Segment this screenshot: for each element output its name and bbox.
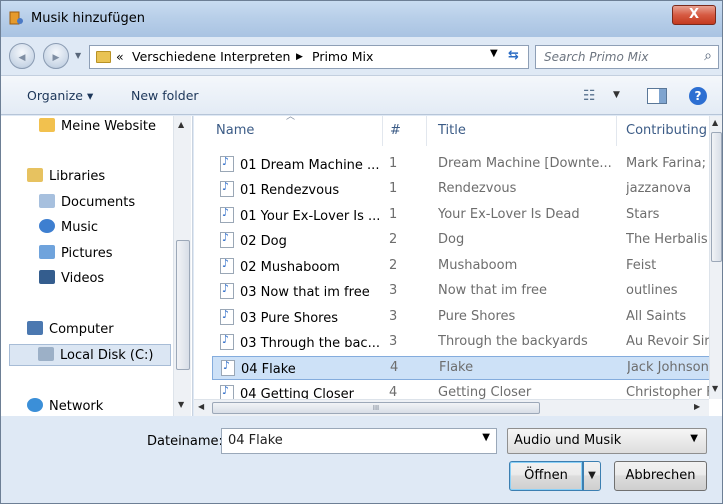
- navigation-pane: Meine Website Libraries Documents Music …: [1, 116, 193, 416]
- audio-file-icon: [220, 258, 234, 274]
- close-button[interactable]: X: [672, 5, 716, 25]
- column-divider[interactable]: [382, 116, 383, 146]
- organize-button[interactable]: Organize ▾: [27, 88, 93, 103]
- scroll-down-icon[interactable]: ▼: [178, 400, 184, 409]
- new-folder-button[interactable]: New folder: [131, 88, 199, 103]
- vertical-scrollbar-thumb[interactable]: [711, 132, 722, 262]
- network-icon: [27, 398, 43, 412]
- column-divider[interactable]: [616, 116, 617, 146]
- filename-field[interactable]: 04 Flake ▼: [221, 428, 497, 454]
- nav-item-libraries[interactable]: Libraries: [27, 166, 105, 188]
- nav-item-network[interactable]: Network: [27, 396, 103, 418]
- view-options-dropdown-icon[interactable]: ▼: [613, 90, 620, 100]
- audio-file-icon: [220, 207, 234, 223]
- nav-item-pictures[interactable]: Pictures: [39, 243, 112, 265]
- website-icon: [39, 118, 55, 132]
- preview-pane-icon[interactable]: [647, 88, 667, 104]
- recent-pages-dropdown-icon[interactable]: ▼: [75, 51, 81, 60]
- nav-item-music[interactable]: Music: [39, 217, 98, 239]
- audio-file-icon: [220, 156, 234, 172]
- address-row: ◀ ▶ ▼ « Verschiedene Interpreten ▶ Primo…: [1, 37, 722, 75]
- audio-file-icon: [220, 283, 234, 299]
- nav-item-videos[interactable]: Videos: [39, 268, 104, 290]
- column-divider[interactable]: [426, 116, 427, 146]
- table-row-selected[interactable]: 04 Flake 4 Flake Jack Johnson: [212, 356, 722, 380]
- back-arrow-icon: ◀: [18, 53, 26, 63]
- column-header-contributing[interactable]: Contributing: [626, 116, 707, 146]
- audio-file-icon: [221, 360, 235, 376]
- nav-scrollbar-thumb[interactable]: [176, 240, 190, 370]
- file-list: ︿ Name # Title Contributing 01 Dream Mac…: [194, 116, 722, 416]
- address-dropdown-icon[interactable]: ▼: [490, 48, 498, 59]
- change-view-icon[interactable]: ☷: [583, 88, 596, 104]
- table-row[interactable]: 02 Dog 2 Dog The Herbalis: [212, 229, 722, 253]
- window-title: Musik hinzufügen: [31, 11, 145, 26]
- computer-icon: [27, 321, 43, 335]
- folder-icon: [96, 51, 111, 63]
- pictures-icon: [39, 245, 55, 259]
- music-icon: [39, 219, 55, 233]
- refresh-icon[interactable]: ⇆: [508, 48, 519, 63]
- title-bar: Musik hinzufügen X: [1, 1, 722, 37]
- filetype-select[interactable]: Audio und Musik ▼: [507, 428, 707, 454]
- videos-icon: [39, 270, 55, 284]
- scroll-up-icon[interactable]: ▲: [712, 118, 718, 127]
- dialog-footer: Dateiname: 04 Flake ▼ Audio und Musik ▼ …: [1, 417, 722, 503]
- audio-file-icon: [220, 232, 234, 248]
- table-row[interactable]: 03 Now that im free 3 Now that im free o…: [212, 280, 722, 304]
- forward-arrow-icon: ▶: [52, 53, 60, 63]
- scroll-left-icon[interactable]: ◀: [198, 402, 204, 411]
- filename-label: Dateiname:: [147, 434, 223, 449]
- audio-file-icon: [220, 309, 234, 325]
- nav-item-documents[interactable]: Documents: [39, 192, 135, 214]
- open-button[interactable]: Öffnen: [509, 461, 583, 491]
- address-bar[interactable]: « Verschiedene Interpreten ▶ Primo Mix ▼…: [89, 45, 529, 69]
- nav-item-meine-website[interactable]: Meine Website: [39, 116, 156, 138]
- command-bar: Organize ▾ New folder ☷ ▼ ?: [1, 75, 722, 115]
- audio-file-icon: [220, 181, 234, 197]
- open-options-dropdown-icon[interactable]: ▼: [583, 461, 601, 491]
- file-list-horizontal-scrollbar[interactable]: ◀ III ▶: [194, 399, 709, 416]
- filetype-dropdown-icon: ▼: [690, 433, 698, 444]
- audio-file-icon: [220, 334, 234, 350]
- scroll-down-icon[interactable]: ▼: [712, 384, 718, 393]
- column-header-title[interactable]: Title: [438, 116, 466, 146]
- nav-item-computer[interactable]: Computer: [27, 319, 114, 341]
- search-box[interactable]: Search Primo Mix ⌕: [535, 45, 719, 69]
- filename-dropdown-icon[interactable]: ▼: [482, 432, 490, 443]
- table-row[interactable]: 01 Dream Machine ... 1 Dream Machine [Do…: [212, 153, 722, 177]
- search-icon[interactable]: ⌕: [704, 48, 712, 64]
- table-row[interactable]: 01 Your Ex-Lover Is ... 1 Your Ex-Lover …: [212, 204, 722, 228]
- column-header-name[interactable]: Name: [216, 116, 254, 146]
- table-row[interactable]: 03 Through the bac... 3 Through the back…: [212, 331, 722, 355]
- scroll-up-icon[interactable]: ▲: [178, 120, 184, 129]
- forward-button[interactable]: ▶: [43, 43, 69, 69]
- table-row[interactable]: 02 Mushaboom 2 Mushaboom Feist: [212, 255, 722, 279]
- documents-icon: [39, 194, 55, 208]
- disk-icon: [38, 347, 54, 361]
- table-row[interactable]: 03 Pure Shores 3 Pure Shores All Saints: [212, 306, 722, 330]
- nav-scrollbar[interactable]: ▲ ▼: [173, 116, 191, 416]
- breadcrumb-primo-mix[interactable]: Primo Mix: [312, 49, 373, 64]
- table-row[interactable]: 01 Rendezvous 1 Rendezvous jazzanova: [212, 178, 722, 202]
- breadcrumb-verschiedene-interpreten[interactable]: Verschiedene Interpreten: [132, 49, 290, 64]
- breadcrumb-overflow[interactable]: «: [116, 49, 124, 64]
- file-list-vertical-scrollbar[interactable]: ▲ ▼: [709, 116, 722, 399]
- cancel-button[interactable]: Abbrechen: [614, 461, 707, 491]
- help-icon[interactable]: ?: [689, 87, 707, 105]
- search-input[interactable]: Search Primo Mix: [544, 50, 648, 64]
- back-button[interactable]: ◀: [9, 43, 35, 69]
- add-music-dialog: Musik hinzufügen X ◀ ▶ ▼ « Verschiedene …: [0, 0, 723, 504]
- sort-ascending-icon: ︿: [286, 116, 296, 122]
- horizontal-scrollbar-thumb[interactable]: III: [212, 402, 540, 414]
- breadcrumb-separator-icon[interactable]: ▶: [296, 52, 303, 62]
- scroll-right-icon[interactable]: ▶: [694, 402, 700, 411]
- column-header-number[interactable]: #: [390, 116, 401, 146]
- app-icon: [9, 11, 23, 25]
- libraries-icon: [27, 168, 43, 182]
- nav-item-local-disk[interactable]: Local Disk (C:): [9, 344, 171, 366]
